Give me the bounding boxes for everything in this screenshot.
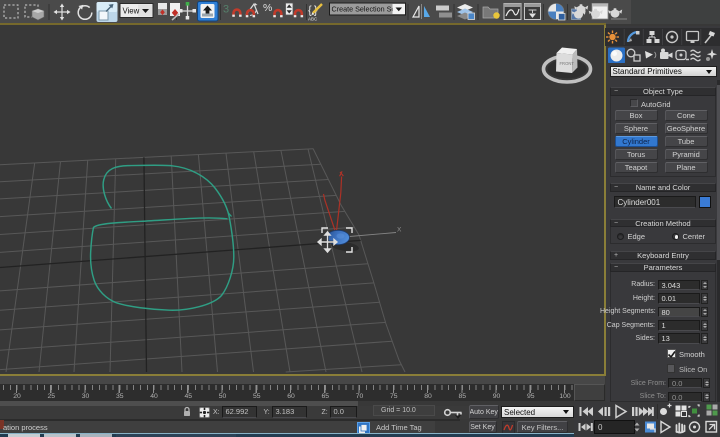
svg-text:View: View bbox=[123, 7, 140, 16]
svg-text:FRONT: FRONT bbox=[560, 61, 575, 66]
svg-text:Create Selection Se: Create Selection Se bbox=[332, 5, 396, 14]
svg-text:%: % bbox=[263, 2, 272, 14]
svg-text:3: 3 bbox=[223, 4, 229, 16]
svg-text:X: X bbox=[397, 227, 402, 234]
svg-text:ABC: ABC bbox=[308, 17, 318, 22]
svg-text:0: 0 bbox=[598, 423, 603, 432]
